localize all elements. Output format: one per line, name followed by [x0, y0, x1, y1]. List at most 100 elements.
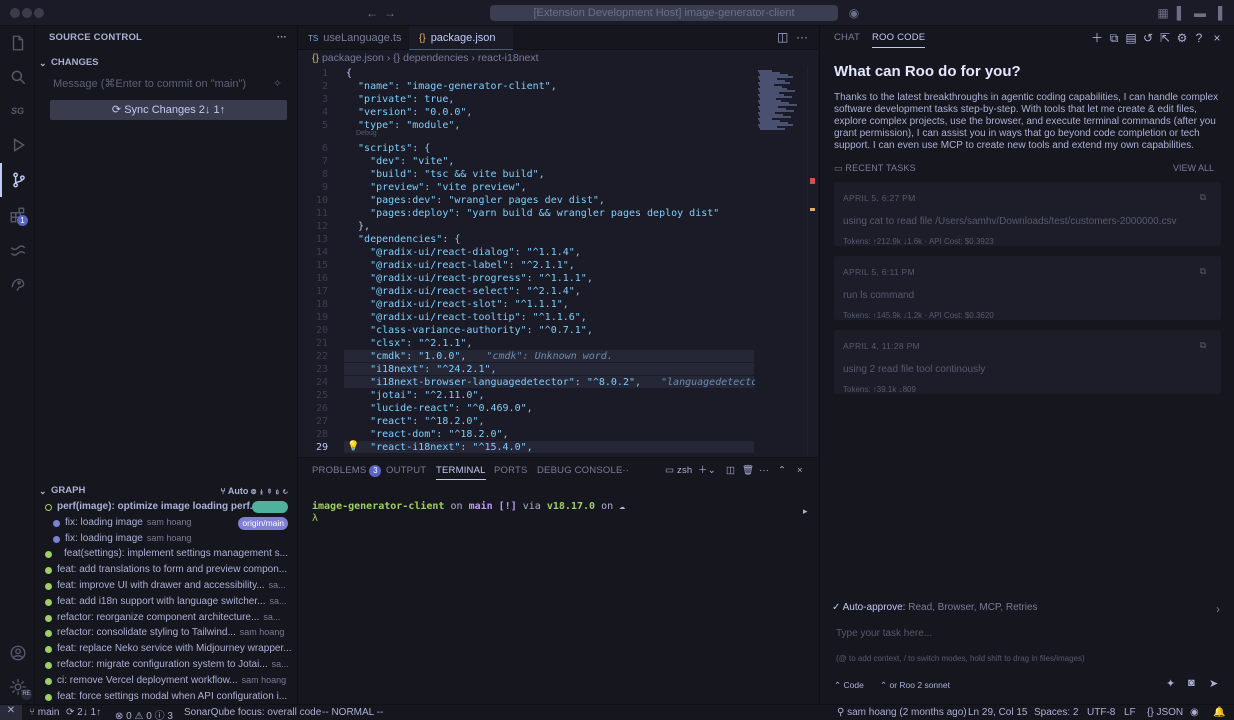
- tab-chat[interactable]: CHAT: [834, 32, 860, 43]
- close-icon[interactable]: ×: [1210, 31, 1224, 45]
- close-panel-icon[interactable]: ×: [797, 458, 803, 484]
- back-arrow-icon[interactable]: ←: [364, 5, 380, 21]
- push-icon[interactable]: ⇧: [275, 486, 280, 496]
- graph-commit-row[interactable]: ci: remove Vercel deployment workflow...…: [35, 674, 298, 690]
- copilot-status-icon[interactable]: ◉: [1190, 707, 1199, 718]
- graph-commit-row[interactable]: refactor: migrate configuration system t…: [35, 658, 298, 674]
- sparkle-icon[interactable]: ✧: [273, 74, 282, 94]
- prompts-icon[interactable]: ⧉: [1107, 31, 1121, 45]
- manage-gear-icon[interactable]: RE: [0, 670, 35, 704]
- terminal-input-line[interactable]: λ: [312, 513, 318, 524]
- breadcrumb-item[interactable]: react-i18next: [478, 52, 539, 64]
- code-editor[interactable]: 1 {2 "name": "image-generator-client", 3 "…: [298, 66, 818, 457]
- tab-terminal[interactable]: TERMINAL: [436, 458, 486, 480]
- recent-task-card[interactable]: APRIL 5, 6:11 PM run ls command Tokens: ↑1…: [834, 256, 1221, 320]
- zoom-window-button[interactable]: [34, 8, 44, 18]
- language-mode[interactable]: {} JSON: [1147, 707, 1183, 718]
- debug-codelens[interactable]: Debug: [356, 130, 377, 137]
- sonarqube-status[interactable]: SonarQube focus: overall code: [184, 707, 321, 718]
- git-blame[interactable]: ⚲ sam hoang (2 months ago): [837, 707, 967, 718]
- customize-layout-icon[interactable]: ▦: [1155, 5, 1171, 21]
- copilot-icon[interactable]: ◉: [846, 5, 862, 21]
- copy-icon[interactable]: ⧉: [1200, 266, 1206, 277]
- tab-output[interactable]: OUTPUT: [386, 458, 426, 484]
- panel-more-icon[interactable]: ···: [619, 458, 629, 484]
- notifications-icon[interactable]: 🔔: [1213, 707, 1225, 718]
- commit-message-input[interactable]: Message (⌘Enter to commit on "main") ✧: [50, 74, 287, 94]
- new-terminal-icon[interactable]: ＋⌄: [698, 458, 716, 484]
- minimap[interactable]: [755, 66, 807, 457]
- graph-commit-row[interactable]: feat: force settings modal when API conf…: [35, 690, 298, 706]
- graph-commit-row[interactable]: feat: add translations to form and previ…: [35, 563, 298, 579]
- checkmark-icon[interactable]: ✓: [832, 602, 843, 613]
- search-icon[interactable]: [0, 60, 35, 94]
- toggle-panel-icon[interactable]: ▬: [1192, 5, 1208, 21]
- breadcrumb-item[interactable]: package.json: [322, 52, 384, 64]
- graph-section-header[interactable]: ⌄ GRAPH ⑂ Auto ◎ ⤓ ⇩ ⇧ ↻: [35, 482, 298, 500]
- graph-commit-row[interactable]: refactor: consolidate styling to Tailwin…: [35, 626, 298, 642]
- pull-icon[interactable]: ⇩: [267, 486, 272, 496]
- send-icon[interactable]: ➤: [1209, 677, 1218, 690]
- problems-status[interactable]: ⊗ 0 ⚠ 0 ⓘ 3: [115, 707, 173, 720]
- sync-changes-button[interactable]: ⟳ Sync Changes 2↓ 1↑: [50, 100, 287, 120]
- split-editor-icon[interactable]: ◫: [777, 30, 788, 44]
- tab-debug-console[interactable]: DEBUG CONSOLE: [537, 458, 622, 484]
- sync-status[interactable]: ⟳ 2↓ 1↑: [66, 707, 101, 718]
- gitlens-icon[interactable]: [0, 233, 35, 267]
- chevron-right-icon[interactable]: ›: [1216, 602, 1220, 616]
- command-center[interactable]: [Extension Development Host] image-gener…: [490, 5, 838, 21]
- copy-icon[interactable]: ⧉: [1200, 340, 1206, 351]
- model-select[interactable]: ⌃ or Roo 2 sonnet: [880, 680, 950, 691]
- forward-arrow-icon[interactable]: →: [382, 5, 398, 21]
- target-icon[interactable]: ◎: [251, 486, 256, 496]
- maximize-panel-icon[interactable]: ⌃: [778, 458, 786, 484]
- view-all-link[interactable]: VIEW ALL: [1173, 163, 1214, 173]
- explorer-icon[interactable]: [0, 26, 35, 60]
- task-input[interactable]: Type your task here...: [836, 628, 932, 639]
- graph-commit-row[interactable]: feat(settings): implement settings manag…: [35, 547, 298, 563]
- graph-commit-row[interactable]: feat: add i18n support with language swi…: [35, 595, 298, 611]
- recent-task-card[interactable]: APRIL 4, 11:28 PM using 2 read file tool …: [834, 330, 1221, 394]
- minimize-window-button[interactable]: [22, 8, 32, 18]
- graph-commit-row[interactable]: refactor: reorganize component architect…: [35, 611, 298, 627]
- graph-commit-row[interactable]: feat: improve UI with drawer and accessi…: [35, 579, 298, 595]
- accounts-icon[interactable]: [0, 636, 35, 670]
- graph-commit-row[interactable]: fix: loading image sam hoang origin/main: [35, 516, 298, 532]
- new-task-icon[interactable]: ＋: [1090, 31, 1104, 45]
- indentation[interactable]: Spaces: 2: [1034, 707, 1078, 718]
- branch-tag[interactable]: origin/main: [238, 516, 288, 530]
- run-debug-icon[interactable]: [0, 128, 35, 162]
- history-icon[interactable]: ↺: [1141, 31, 1155, 45]
- tab-uselanguage[interactable]: TS useLanguage.ts: [298, 26, 408, 50]
- changes-section-header[interactable]: ⌄ CHANGES: [35, 54, 297, 72]
- help-icon[interactable]: ?: [1192, 31, 1206, 45]
- more-actions-icon[interactable]: ···: [277, 26, 287, 50]
- auto-approve-row[interactable]: ✓ Auto-approve: Read, Browser, MCP, Retr…: [832, 602, 1038, 613]
- breadcrumb-item[interactable]: {} dependencies: [393, 52, 468, 64]
- camera-icon[interactable]: ◙: [1188, 677, 1195, 689]
- kill-terminal-icon[interactable]: 🗑: [742, 458, 754, 484]
- branch-icon[interactable]: ⑂: [220, 486, 225, 496]
- tab-problems[interactable]: PROBLEMS 3: [312, 458, 382, 484]
- editor-more-icon[interactable]: ···: [796, 30, 808, 44]
- split-terminal-icon[interactable]: ◫: [726, 458, 735, 484]
- end-of-line[interactable]: LF: [1124, 707, 1136, 718]
- mode-select[interactable]: ⌃ Code: [834, 680, 864, 691]
- sonarqube-icon[interactable]: SG: [0, 94, 35, 128]
- tab-ports[interactable]: PORTS: [494, 458, 528, 484]
- tab-roo-code[interactable]: ROO CODE: [872, 32, 926, 48]
- branch-status[interactable]: ⑂ main: [29, 707, 59, 718]
- panel-actions-icon[interactable]: ···: [759, 458, 769, 484]
- close-window-button[interactable]: [10, 8, 20, 18]
- terminal-shell[interactable]: ▭ zsh: [665, 458, 692, 484]
- toggle-sidebar-icon[interactable]: ▌: [1173, 5, 1189, 21]
- settings-gear-icon[interactable]: ⚙: [1175, 31, 1189, 45]
- roo-code-icon[interactable]: [0, 268, 35, 302]
- popout-icon[interactable]: ⇱: [1158, 31, 1172, 45]
- copy-icon[interactable]: ⧉: [1200, 192, 1206, 203]
- lightbulb-icon[interactable]: 💡: [347, 441, 359, 452]
- toggle-secondary-sidebar-icon[interactable]: ▐: [1210, 5, 1226, 21]
- graph-commit-row[interactable]: perf(image): optimize image loading perf…: [35, 500, 298, 516]
- refresh-icon[interactable]: ↻: [283, 486, 288, 496]
- fetch-icon[interactable]: ⤓: [259, 486, 264, 496]
